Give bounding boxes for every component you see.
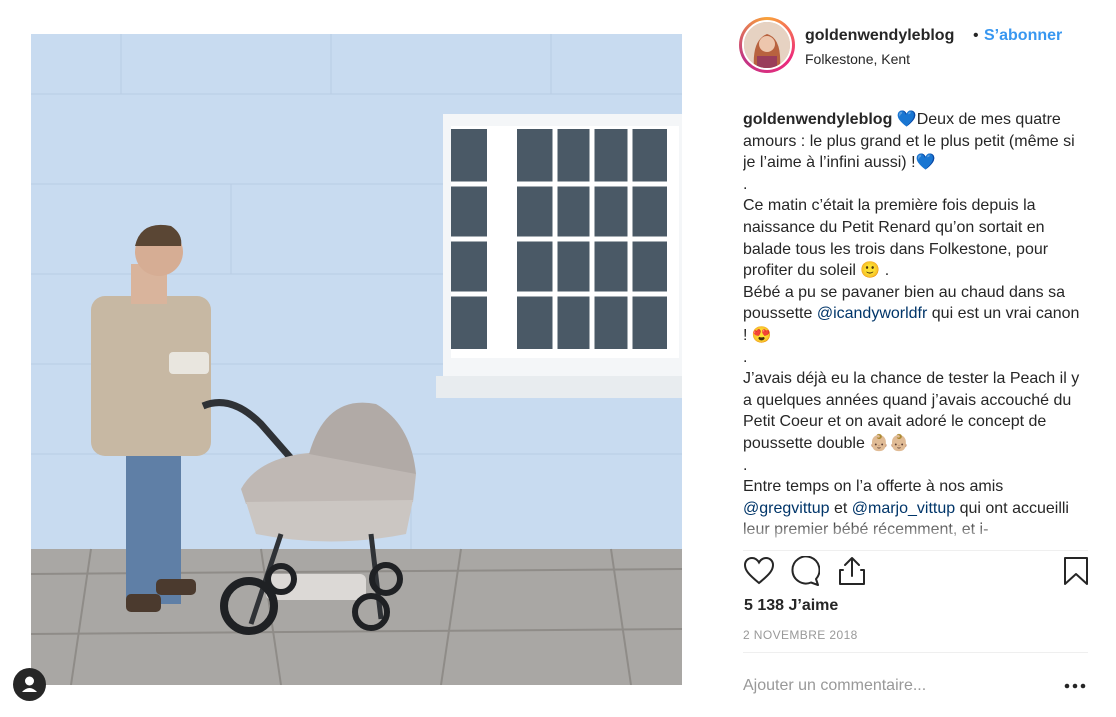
save-button[interactable] <box>1060 556 1092 590</box>
caption-separator: . <box>743 348 748 366</box>
mention-link[interactable]: @icandyworldfr <box>817 305 928 322</box>
follow-button[interactable]: S’abonner <box>984 27 1062 45</box>
caption-fade <box>743 520 1088 546</box>
share-icon <box>838 556 866 591</box>
comment-icon <box>790 555 821 591</box>
comment-button[interactable] <box>789 555 821 591</box>
caption-paragraph: Ce matin c’était la première fois depuis… <box>743 197 1053 280</box>
header-separator: • <box>973 27 979 44</box>
like-button[interactable] <box>743 556 775 590</box>
post-date: 2 NOVEMBRE 2018 <box>743 628 858 642</box>
share-button[interactable] <box>836 556 868 590</box>
post-photo[interactable] <box>31 34 682 685</box>
mention-link[interactable]: @marjo_vittup <box>852 500 955 517</box>
more-options-button[interactable] <box>1062 674 1088 696</box>
location-link[interactable]: Folkestone, Kent <box>805 51 910 67</box>
heart-icon <box>743 556 775 590</box>
username-link[interactable]: goldenwendyleblog <box>805 27 954 45</box>
more-icon <box>1064 676 1086 694</box>
user-icon[interactable] <box>13 668 46 701</box>
divider <box>743 652 1088 653</box>
divider <box>743 550 1088 551</box>
action-bar <box>743 555 1088 592</box>
caption-separator: . <box>743 456 748 474</box>
post-image <box>31 34 682 685</box>
post-header: goldenwendyleblog • S’abonner Folkestone… <box>739 15 1088 79</box>
caption-separator: . <box>743 175 748 193</box>
caption-username[interactable]: goldenwendyleblog <box>743 111 892 128</box>
likes-count[interactable]: 5 138 J’aime <box>744 597 838 615</box>
story-ring[interactable] <box>739 17 795 73</box>
post-caption: goldenwendyleblog 💙Deux de mes quatre am… <box>743 109 1088 545</box>
mention-link[interactable]: @gregvittup <box>743 500 830 517</box>
avatar[interactable] <box>742 20 792 70</box>
caption-text: Entre temps on l’a offerte à nos amis <box>743 478 1008 496</box>
caption-paragraph: J’avais déjà eu la chance de tester la P… <box>743 370 1084 452</box>
caption-text: et <box>829 499 852 517</box>
bookmark-icon <box>1063 556 1089 591</box>
comment-input[interactable] <box>743 673 1043 699</box>
